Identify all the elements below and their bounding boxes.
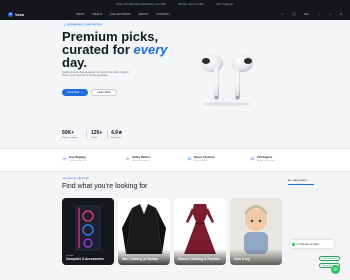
all-categories-link[interactable]: ALL CATEGORIES →	[288, 180, 309, 182]
category-card-computer[interactable]: 24 items Computer & Accessories	[62, 198, 114, 265]
stat-customers: 50K+ Happy Customers	[62, 130, 79, 139]
top-announcement-bar: Free UK Standard Shipping over £50 30-da…	[0, 0, 350, 8]
chat-greeting-bubble[interactable]: 👋 How can we help?	[290, 240, 334, 248]
feature-support: ☊ 24/7 Support Always here to help	[250, 156, 275, 162]
stat-divider	[107, 131, 108, 139]
brand-name: Vexo	[15, 11, 25, 17]
promo-text: Free UK Standard Shipping over £50	[116, 2, 166, 6]
user-icon[interactable]: ◯	[292, 12, 295, 16]
nav-deals[interactable]: DEALS	[93, 13, 103, 16]
main-nav: SHOP DEALS COLLECTIONS ABOUT CONTACT	[76, 13, 170, 16]
support-text: 24/7 Support	[216, 2, 234, 6]
headset-icon: ☊	[250, 156, 255, 161]
wishlist-icon[interactable]: ♡	[318, 12, 321, 16]
nav-collections[interactable]: COLLECTIONS	[110, 13, 131, 16]
category-card-men[interactable]: 36 items Men Clothing & Fashion	[118, 198, 170, 265]
category-card-women[interactable]: 42 items Women Clothing & Fashion	[174, 198, 226, 265]
feature-secure: ◘ Secure Checkout SSL encrypted	[187, 156, 215, 162]
returns-text: 30-day return policy	[177, 2, 205, 6]
categories-title: Find what you're looking for	[62, 183, 148, 190]
category-card-kids[interactable]: 18 items Kids & toy	[230, 198, 282, 265]
stat-brands: 120+ Brands	[91, 130, 103, 139]
hero-title: Premium picks, curated for every day.	[62, 29, 168, 70]
features-strip	[0, 148, 350, 172]
learn-more-button[interactable]: Learn More	[91, 89, 117, 96]
language-selector[interactable]: EN	[305, 12, 309, 16]
menu-icon[interactable]: ≡	[340, 12, 342, 16]
sparkle-icon: ✦	[64, 24, 66, 27]
chat-icon: ✉	[333, 266, 338, 273]
quick-reply-question[interactable]: I have a question	[319, 256, 341, 261]
site-header: ⊙ Vexo SHOP DEALS COLLECTIONS ABOUT CONT…	[0, 8, 350, 20]
hero-subtitle: Quality products hand-selected from arou…	[62, 71, 129, 78]
brand-logo[interactable]: ⊙ Vexo	[8, 11, 25, 17]
nav-contact[interactable]: CONTACT	[156, 13, 170, 16]
online-indicator	[292, 243, 295, 246]
nav-about[interactable]: ABOUT	[139, 13, 149, 16]
stat-rating: 4.9★ Avg Rating	[111, 130, 123, 139]
arrow-right-icon: →	[80, 91, 83, 94]
logo-icon: ⊙	[8, 11, 13, 17]
lock-icon: ◘	[187, 156, 192, 161]
return-icon: ↺	[125, 156, 130, 161]
shop-now-button[interactable]: Shop Now →	[62, 89, 88, 96]
stat-divider	[86, 131, 87, 139]
link-underline	[288, 184, 314, 185]
hero-badge: ✦ NEW ARRIVALS · FREE SHIPPING	[62, 23, 104, 27]
earbuds-product-image	[201, 54, 253, 106]
hero-title-accent: every	[133, 42, 168, 57]
chat-launcher-button[interactable]: ✉	[331, 265, 340, 274]
search-icon[interactable]: ⌕	[282, 12, 284, 16]
hero-section	[0, 20, 350, 148]
nav-shop[interactable]: SHOP	[76, 13, 84, 16]
categories-badge: • BROWSE BY CATEGORY	[62, 178, 90, 180]
feature-returns: ↺ 30-Day Returns Hassle-free returns	[125, 156, 151, 162]
feature-shipping: ▭ Free Shipping On orders over £50	[62, 156, 87, 162]
truck-icon: ▭	[62, 156, 67, 161]
cart-icon[interactable]: ⌂	[329, 12, 331, 16]
header-actions: ⌕ ◯ EN ♡ ⌂ ≡	[282, 12, 343, 16]
